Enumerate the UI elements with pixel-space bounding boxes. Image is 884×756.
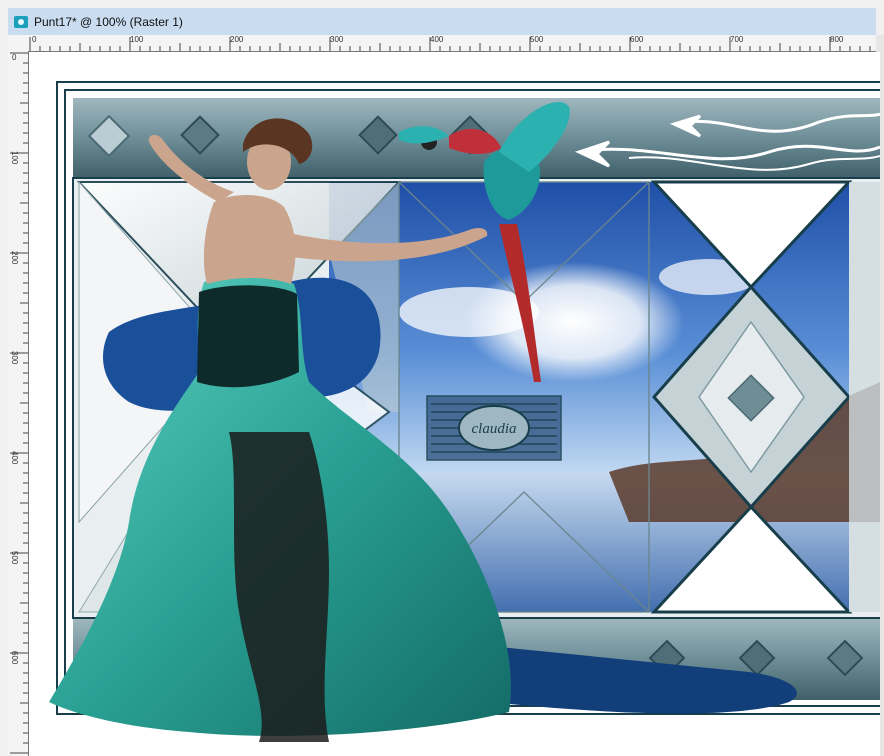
ruler-label: 600: [10, 651, 19, 665]
horizontal-ruler[interactable]: 0 100 200 300 400 500 600 700 800: [28, 35, 876, 52]
ruler-label: 500: [530, 35, 544, 44]
ruler-label: 300: [10, 351, 19, 365]
horizontal-ruler-ticks: [29, 37, 871, 51]
watermark-badge: claudia: [426, 395, 562, 461]
image-canvas[interactable]: claudia: [29, 52, 880, 756]
image-window: Punt17* @ 100% (Raster 1) 0 100 200 300 …: [0, 0, 884, 756]
ruler-label: 100: [130, 35, 144, 44]
ruler-corner: [8, 35, 29, 52]
window-title: Punt17* @ 100% (Raster 1): [34, 14, 183, 29]
window-titlebar[interactable]: Punt17* @ 100% (Raster 1): [8, 8, 876, 36]
ruler-label: 200: [230, 35, 244, 44]
artwork: claudia: [29, 52, 880, 756]
ruler-label: 500: [10, 551, 19, 565]
watermark-text: claudia: [472, 421, 517, 437]
ruler-label: 700: [730, 35, 744, 44]
paint-shop-icon: [14, 15, 28, 28]
ruler-label: 0: [12, 53, 17, 62]
ruler-label: 400: [430, 35, 444, 44]
ruler-label: 200: [10, 251, 19, 265]
ruler-label: 0: [32, 35, 37, 44]
ruler-label: 400: [10, 451, 19, 465]
ruler-label: 100: [10, 151, 19, 165]
torso: [203, 195, 296, 284]
ruler-label: 600: [630, 35, 644, 44]
vertical-ruler[interactable]: 0 100 200 300 400 500 600: [8, 51, 29, 756]
ruler-label: 800: [830, 35, 844, 44]
lace-bodice: [197, 285, 299, 388]
ruler-label: 300: [330, 35, 344, 44]
